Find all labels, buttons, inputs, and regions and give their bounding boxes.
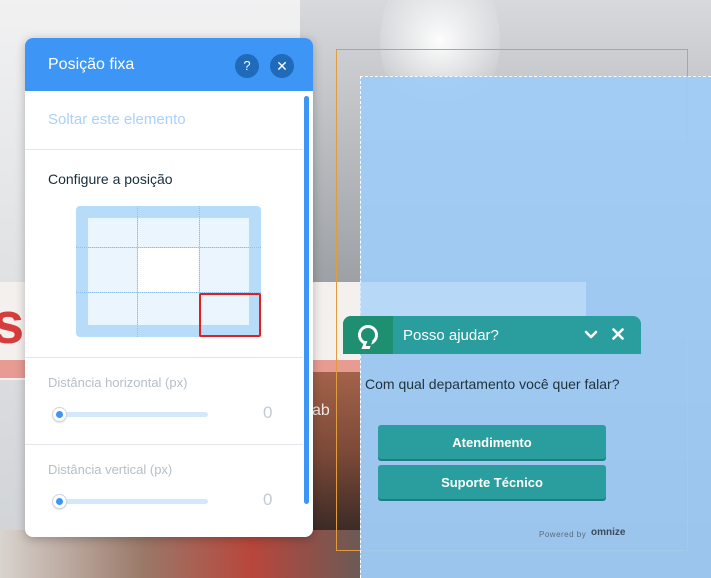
panel-scrollbar[interactable] [304,96,309,504]
vertical-distance-label: Distância vertical (px) [48,462,173,477]
chat-question: Com qual departamento você quer falar? [365,376,620,392]
powered-by-text: Powered by [539,530,587,539]
horizontal-distance-label: Distância horizontal (px) [48,375,188,390]
horizontal-slider-handle[interactable] [53,408,66,421]
divider [25,444,303,445]
detach-element-link[interactable]: Soltar este elemento [48,111,186,128]
vertical-distance-slider[interactable] [53,495,208,508]
panel-header[interactable]: Posição fixa ? ✕ [25,38,313,91]
grid-cell-top-right[interactable] [200,218,249,247]
fixed-position-panel: Posição fixa ? ✕ Soltar este elemento Co… [25,38,313,537]
grid-cell-middle-left[interactable] [88,248,137,292]
grid-cell-middle-right[interactable] [200,248,249,292]
grid-cell-bottom-center[interactable] [138,293,199,325]
help-icon: ? [243,58,251,73]
atendimento-button[interactable]: Atendimento [378,425,606,459]
grid-selected-bottom-right[interactable] [199,293,261,337]
vertical-slider-handle[interactable] [53,495,66,508]
grid-cell-top-left[interactable] [88,218,137,247]
close-svg [612,328,624,340]
help-button[interactable]: ? [235,54,259,78]
suporte-tecnico-button[interactable]: Suporte Técnico [378,465,606,499]
grid-cell-center[interactable] [138,248,199,292]
grid-line [137,206,138,337]
horizontal-distance-slider[interactable] [53,408,208,421]
grid-cell-bottom-left[interactable] [88,293,137,325]
close-icon[interactable] [610,326,626,344]
chat-widget: Posso ajudar? Com qual departamento você… [343,316,641,548]
close-icon: ✕ [276,58,288,74]
panel-title: Posição fixa [48,56,135,73]
divider [25,357,303,358]
omnize-logo[interactable]: omnize [591,527,625,538]
vertical-distance-value[interactable]: 0 [263,490,272,510]
configure-position-label: Configure a posição [48,171,173,187]
chat-logo-container [343,316,393,354]
chevron-down-icon[interactable] [583,327,599,343]
horizontal-distance-value[interactable]: 0 [263,403,272,423]
grid-line [76,247,261,248]
grid-cell-top-center[interactable] [138,218,199,247]
position-grid[interactable] [76,206,261,337]
chat-header[interactable]: Posso ajudar? [343,316,641,354]
divider [25,149,303,150]
chat-title: Posso ajudar? [403,327,499,344]
chat-bubble-icon [358,325,378,345]
chevron-down-svg [584,330,598,339]
background-bottom-strip [0,530,360,578]
panel-close-button[interactable]: ✕ [270,54,294,78]
background-banner-letter: s [0,291,25,356]
background-sign-text: ab [312,402,330,419]
